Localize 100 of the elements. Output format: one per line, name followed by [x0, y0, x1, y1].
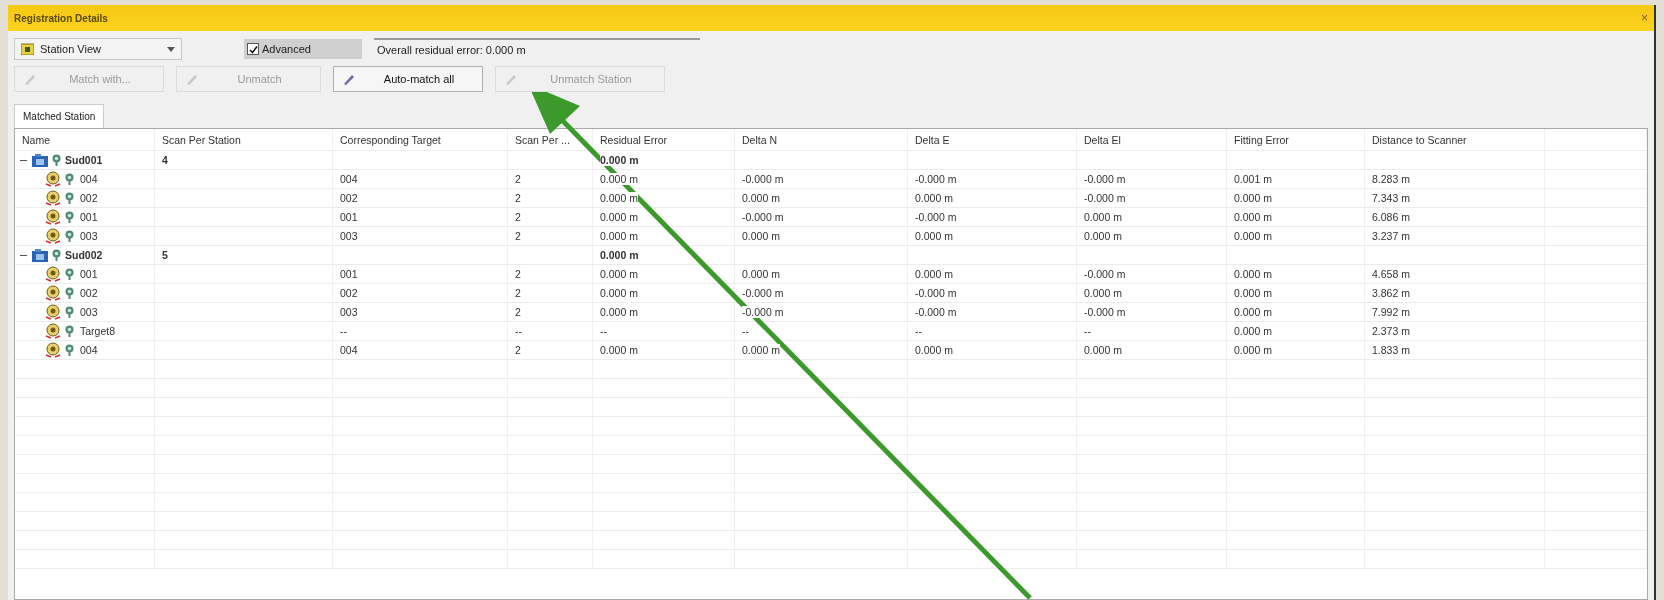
scanner-icon [45, 323, 61, 339]
station-name[interactable]: Sud002 [65, 249, 103, 261]
table-cell: 0.000 m [1234, 306, 1272, 318]
table-cell: 0.000 m [600, 173, 638, 185]
scanner-icon [45, 209, 61, 225]
table-cell: -0.000 m [1084, 173, 1126, 185]
target-icon [65, 344, 74, 356]
table-cell: 0.000 m [915, 344, 953, 356]
station-icon [32, 248, 48, 262]
table-cell: -0.000 m [742, 211, 784, 223]
target-icon [65, 325, 74, 337]
table-cell: 0.001 m [1234, 173, 1272, 185]
target-icon [65, 268, 74, 280]
column-header[interactable]: Fitting Error [1234, 133, 1289, 146]
table-cell: 0.000 m [600, 306, 638, 318]
column-header[interactable]: Delta E [915, 133, 950, 146]
table-cell: 0.000 m [600, 268, 638, 280]
close-button[interactable]: × [1641, 11, 1648, 25]
column-header[interactable]: Corresponding Target [340, 133, 441, 146]
target-icon [65, 287, 74, 299]
scanner-icon [45, 342, 61, 358]
table-cell: 2.373 m [1372, 325, 1410, 337]
table-cell: -0.000 m [915, 287, 957, 299]
column-header[interactable]: Residual Error [600, 133, 668, 146]
column-header[interactable]: Delta El [1084, 133, 1121, 146]
table-cell: 0.000 m [742, 268, 780, 280]
target-icon [52, 249, 61, 261]
station-name[interactable]: Sud001 [65, 154, 103, 166]
table-cell: 2 [515, 192, 521, 204]
table-cell: 0.000 m [1234, 268, 1272, 280]
table-cell: 2 [515, 230, 521, 242]
wand-icon [23, 72, 37, 86]
table-cell: 5 [162, 249, 168, 261]
station-icon [32, 153, 48, 167]
table-cell: 0.000 m [1234, 230, 1272, 242]
table-cell: -0.000 m [1084, 268, 1126, 280]
table-cell: 0.000 m [1234, 325, 1272, 337]
table-cell: 6.086 m [1372, 211, 1410, 223]
column-header[interactable]: Name [22, 133, 50, 146]
scanner-icon [45, 304, 61, 320]
wand-icon [504, 72, 518, 86]
table-cell: 8.283 m [1372, 173, 1410, 185]
target-name[interactable]: 004 [80, 173, 98, 185]
tab[interactable]: Matched Station [14, 104, 105, 128]
table-cell: -0.000 m [915, 211, 957, 223]
target-name[interactable]: 003 [80, 230, 98, 242]
table-cell: 7.343 m [1372, 192, 1410, 204]
column-header[interactable]: Scan Per ... [515, 133, 570, 146]
table-cell: 0.000 m [1084, 344, 1122, 356]
table-cell: 002 [340, 287, 358, 299]
table-cell: 4 [162, 154, 168, 166]
target-name[interactable]: 001 [80, 211, 98, 223]
table-cell: 0.000 m [600, 154, 639, 166]
column-header[interactable]: Scan Per Station [162, 133, 241, 146]
target-name[interactable]: 002 [80, 192, 98, 204]
target-icon [65, 211, 74, 223]
scanner-icon [45, 285, 61, 301]
table-cell: 0.000 m [1084, 211, 1122, 223]
table-cell: 0.000 m [600, 230, 638, 242]
target-name[interactable]: 002 [80, 287, 98, 299]
table-cell: -0.000 m [1084, 306, 1126, 318]
table-cell: 2 [515, 268, 521, 280]
column-header[interactable]: Delta N [742, 133, 777, 146]
scanner-icon [45, 171, 61, 187]
table-cell: -0.000 m [742, 287, 784, 299]
table-cell: 0.000 m [1234, 192, 1272, 204]
table-cell: 001 [340, 211, 358, 223]
table-cell: 0.000 m [600, 192, 638, 204]
table-cell: 0.000 m [600, 211, 638, 223]
table-cell: 0.000 m [1234, 287, 1272, 299]
table-cell: 0.000 m [742, 230, 780, 242]
advanced-checkbox[interactable]: Advanced [244, 39, 362, 59]
table-cell: 3.237 m [1372, 230, 1410, 242]
table-cell: -0.000 m [742, 306, 784, 318]
table-cell: 0.000 m [1084, 230, 1122, 242]
table-cell: 001 [340, 268, 358, 280]
table-cell: 0.000 m [1084, 287, 1122, 299]
table-cell: 0.000 m [600, 287, 638, 299]
table-cell: 0.000 m [742, 344, 780, 356]
scanner-icon [45, 228, 61, 244]
table-cell: 003 [340, 306, 358, 318]
table-cell: 3.862 m [1372, 287, 1410, 299]
column-header[interactable]: Distance to Scanner [1372, 133, 1467, 146]
table-cell: 0.000 m [600, 344, 638, 356]
check-icon [248, 44, 258, 54]
target-name[interactable]: Target8 [80, 325, 116, 337]
table-cell: 2 [515, 173, 521, 185]
toolbar-button[interactable]: Auto-match all [333, 66, 483, 92]
target-name[interactable]: 003 [80, 306, 98, 318]
table-cell: 0.000 m [915, 230, 953, 242]
view-dropdown[interactable]: Station View [14, 38, 182, 60]
target-name[interactable]: 001 [80, 268, 98, 280]
table-cell: -0.000 m [742, 173, 784, 185]
scanner-icon [45, 190, 61, 206]
table-cell: 0.000 m [915, 268, 953, 280]
target-name[interactable]: 004 [80, 344, 98, 356]
table-cell: 4.658 m [1372, 268, 1410, 280]
table-cell: 2 [515, 344, 521, 356]
table-cell: 2 [515, 287, 521, 299]
table-cell: -0.000 m [1084, 192, 1126, 204]
